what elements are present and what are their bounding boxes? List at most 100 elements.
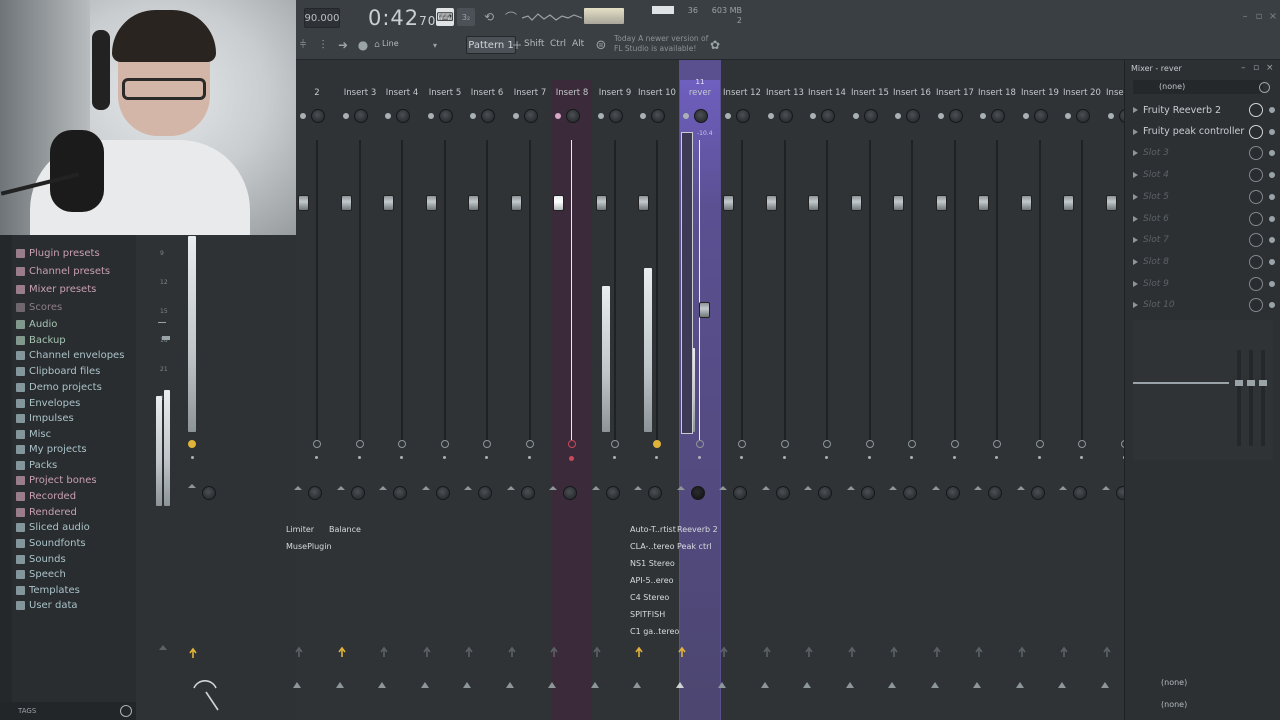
fx-slot-label[interactable]: Reeverb 2 (677, 525, 718, 534)
pan-led[interactable] (853, 113, 859, 119)
stereo-separation-knob[interactable] (436, 486, 450, 500)
snap-dropdown-icon[interactable]: ▾ (426, 36, 444, 54)
latency-clock-icon[interactable] (1259, 82, 1270, 93)
mute-led[interactable] (568, 440, 576, 448)
pan-knob[interactable] (949, 109, 963, 123)
panel-maximize-icon[interactable]: ▫ (1253, 63, 1259, 73)
browser-item[interactable]: Sliced audio (16, 520, 90, 534)
stereo-separation-knob[interactable] (1073, 486, 1087, 500)
strip-label[interactable]: Insert 10 (636, 88, 678, 98)
mixer-strip[interactable]: 2 Limiter MusePlugin (286, 60, 338, 720)
panel-close-icon[interactable]: × (1266, 63, 1274, 73)
slot-expand-icon[interactable] (1133, 302, 1138, 309)
master-stereo-arrow[interactable] (188, 484, 196, 488)
volume-fader[interactable] (808, 195, 819, 211)
mute-led[interactable] (441, 440, 449, 448)
strip-label[interactable]: Insert 3 (339, 88, 381, 98)
stereo-separation-knob[interactable] (393, 486, 407, 500)
volume-fader[interactable] (298, 195, 309, 211)
search-icon[interactable] (120, 705, 132, 717)
strip-label[interactable]: 2 (296, 88, 338, 98)
mute-led[interactable] (1078, 440, 1086, 448)
stereo-arrow[interactable] (294, 486, 302, 490)
stereo-arrow[interactable] (847, 486, 855, 490)
send-link-icon[interactable] (422, 643, 432, 657)
pan-led[interactable] (598, 113, 604, 119)
browser-item[interactable]: Channel presets (16, 264, 110, 278)
input-select[interactable]: (none) (1133, 80, 1263, 94)
mixer-strip[interactable]: Insert 14 (803, 60, 848, 720)
slot-expand-icon[interactable] (1133, 280, 1138, 287)
slot-mix-knob[interactable] (1249, 254, 1263, 269)
pan-led[interactable] (683, 113, 689, 119)
route-dot[interactable] (485, 456, 488, 459)
send-arrow[interactable] (506, 682, 514, 688)
volume-fader[interactable] (1106, 195, 1117, 211)
mixer-strip[interactable]: Insert 15 (846, 60, 891, 720)
slot-mix-knob[interactable] (1249, 211, 1263, 226)
volume-fader[interactable] (699, 302, 710, 318)
send-arrow[interactable] (633, 682, 641, 688)
pan-knob[interactable] (524, 109, 538, 123)
fx-slot-label[interactable]: C4 Stereo (630, 593, 669, 602)
fx-slot-label[interactable]: C1 ga..tereo (630, 627, 679, 636)
minimize-icon[interactable]: – (1240, 12, 1250, 22)
stereo-separation-knob[interactable] (861, 486, 875, 500)
send-arrow[interactable] (888, 682, 896, 688)
slot-mix-knob[interactable] (1249, 168, 1263, 183)
mixer-strip[interactable]: Insert 6 (463, 60, 508, 720)
stereo-arrow[interactable] (762, 486, 770, 490)
slot-expand-icon[interactable] (1133, 258, 1138, 265)
route-dot[interactable] (655, 456, 658, 459)
snap-mode[interactable]: Line (382, 39, 426, 53)
slot-name[interactable]: Slot 7 (1143, 235, 1169, 245)
send-arrow[interactable] (803, 682, 811, 688)
eq-band-mid-handle[interactable] (1247, 380, 1255, 386)
loop-record-icon[interactable]: ⟲ (480, 8, 498, 26)
send-link-icon[interactable] (974, 643, 984, 657)
mixer-strip[interactable]: Insert 20 (1058, 60, 1103, 720)
send-arrow[interactable] (718, 682, 726, 688)
pan-knob[interactable] (311, 109, 325, 123)
stereo-separation-knob[interactable] (351, 486, 365, 500)
step-edit-icon[interactable]: 3₂ (457, 8, 475, 26)
volume-fader[interactable] (723, 195, 734, 211)
slot-name[interactable]: Slot 4 (1143, 170, 1169, 180)
send-arrow[interactable] (591, 682, 599, 688)
strip-label[interactable]: Insert 17 (934, 88, 976, 98)
send-arrow[interactable] (973, 682, 981, 688)
master-sep-knob[interactable] (202, 486, 216, 500)
pan-knob[interactable] (991, 109, 1005, 123)
send-link-icon[interactable] (549, 643, 559, 657)
pan-knob[interactable] (864, 109, 878, 123)
pan-led[interactable] (895, 113, 901, 119)
send-link-icon[interactable] (507, 643, 517, 657)
browser-item[interactable]: Misc (16, 427, 51, 441)
mixer-strip[interactable]: Insert 16 (888, 60, 933, 720)
send-link-icon[interactable] (379, 643, 389, 657)
mixer-strip[interactable]: Insert 10 Auto-T..rtist CLA-..tereo NS1 Ste… (630, 60, 679, 720)
send-arrow[interactable] (548, 682, 556, 688)
mute-led[interactable] (908, 440, 916, 448)
slot-enable-led[interactable] (1269, 128, 1275, 135)
mixer-strip[interactable]: Insert 3 Balance (329, 60, 381, 720)
slot-name[interactable]: Slot 9 (1143, 279, 1169, 289)
volume-fader[interactable] (468, 195, 479, 211)
mixer-icon[interactable]: ⫶ (314, 36, 332, 54)
send-arrow[interactable] (931, 682, 939, 688)
send-link-icon[interactable] (677, 643, 687, 657)
send-link-icon[interactable] (337, 643, 347, 657)
effect-slot[interactable]: Slot 6 (1131, 209, 1277, 229)
send-link-icon[interactable] (294, 643, 304, 657)
effect-slot[interactable]: Slot 8 (1131, 252, 1277, 272)
slot-expand-icon[interactable] (1133, 193, 1138, 200)
volume-fader[interactable] (936, 195, 947, 211)
fl-logo-icon[interactable]: ✿ (706, 36, 724, 54)
mixer-strip[interactable]: Insert 12 (718, 60, 763, 720)
tags-bar[interactable]: TAGS (0, 702, 136, 720)
strip-label[interactable]: Insert 12 (721, 88, 763, 98)
volume-fader[interactable] (1021, 195, 1032, 211)
send-link-icon[interactable] (847, 643, 857, 657)
fx-slot-label[interactable]: Balance (329, 525, 361, 534)
master-route-dot[interactable] (191, 456, 194, 459)
